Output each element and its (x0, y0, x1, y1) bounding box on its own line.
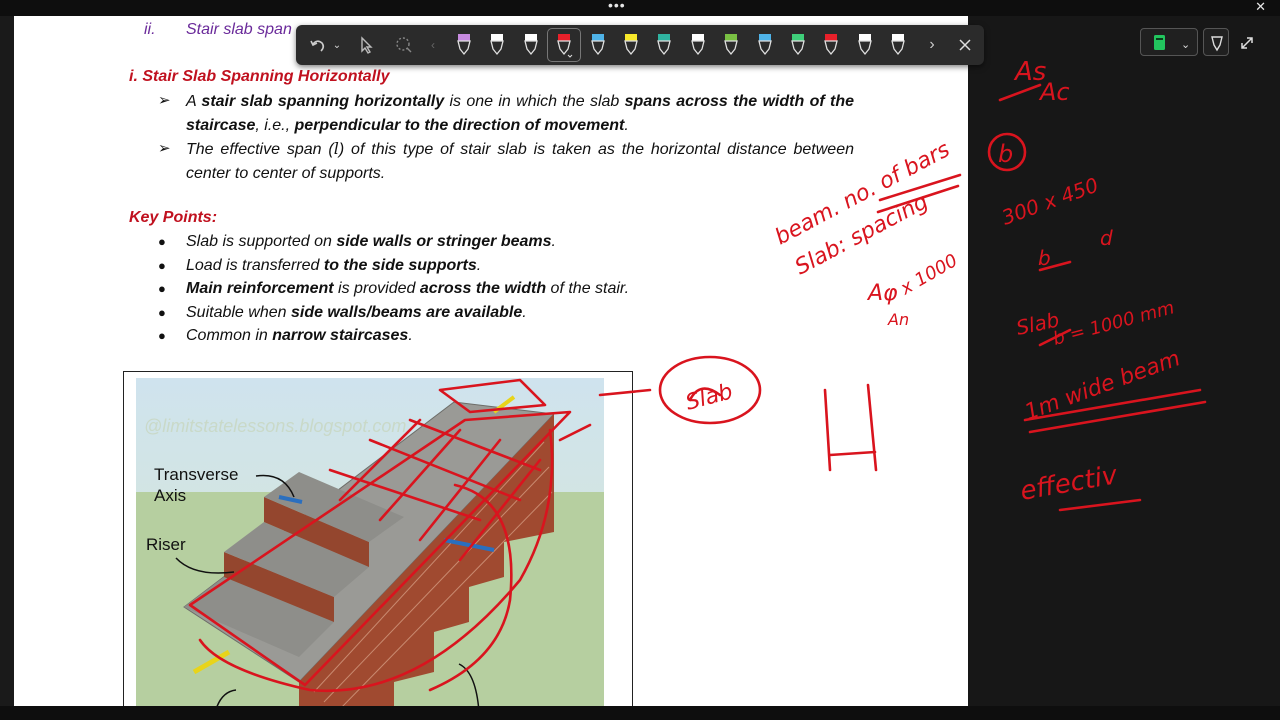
pen-icon (490, 34, 505, 56)
expand-icon (1241, 37, 1253, 49)
left-margin (0, 16, 14, 706)
bottom-bar (0, 706, 1280, 720)
close-icon[interactable]: ✕ (1255, 0, 1266, 15)
label-transverse-1: Transverse (154, 465, 238, 484)
pen-icon (624, 34, 638, 56)
pen-icon (857, 34, 872, 56)
pen-button-2[interactable] (486, 25, 508, 65)
notebook-color-button[interactable]: ⌄ (1140, 28, 1198, 56)
arrow-bullet-icon: ➢ (158, 140, 171, 157)
pen-button-5[interactable] (587, 25, 609, 65)
pen-mode-button[interactable] (1203, 28, 1229, 56)
expand-button[interactable] (1236, 32, 1258, 54)
pen-button-14[interactable] (887, 25, 909, 65)
svg-text:⌄: ⌄ (1181, 38, 1190, 51)
undo-button[interactable] (302, 25, 332, 65)
scroll-left-icon[interactable]: ‹ (426, 25, 440, 65)
pen-button-8[interactable] (687, 25, 709, 65)
pen-icon (690, 34, 705, 56)
pen-icon (891, 34, 906, 56)
window-titlebar: ••• ✕ (0, 0, 1280, 16)
label-riser: Riser (146, 535, 186, 554)
pen-button-7[interactable] (653, 25, 675, 65)
pen-button-1[interactable] (453, 25, 475, 65)
undo-dropdown-icon[interactable]: ⌄ (330, 25, 344, 65)
pen-icon (457, 34, 471, 56)
right-ink-canvas (968, 16, 1280, 706)
stair-illustration: @limitstatelessons.blogspot.com Transver… (136, 378, 604, 706)
label-transverse-2: Axis (154, 486, 186, 505)
pen-icon (657, 34, 672, 56)
pen-icon (791, 34, 805, 56)
undo-icon (310, 40, 325, 52)
lasso-icon (396, 37, 412, 53)
pen-icon (590, 34, 605, 56)
ink-toolbar: ⌄ ‹ › (296, 25, 984, 65)
arrow-bullet-icon: ➢ (158, 92, 171, 109)
pen-icon (724, 34, 739, 56)
key-points-title: Key Points: (129, 209, 218, 226)
close-icon (959, 39, 971, 51)
pen-button-3[interactable] (520, 25, 542, 65)
notebook-icon: ⌄ (1154, 35, 1190, 51)
select-button[interactable] (352, 25, 380, 65)
pen-button-11[interactable] (787, 25, 809, 65)
scroll-right-icon[interactable]: › (924, 25, 940, 65)
stair-figure: @limitstatelessons.blogspot.com Transver… (123, 371, 633, 706)
pen-button-12[interactable] (820, 25, 842, 65)
pen-button-6[interactable] (620, 25, 642, 65)
pen-button-4[interactable] (553, 25, 575, 65)
section-title: i. Stair Slab Spanning Horizontally (129, 68, 390, 85)
toolbar-close-button[interactable] (954, 25, 976, 65)
pen-icon (523, 34, 538, 56)
pen-icon (824, 34, 839, 56)
more-options-icon[interactable]: ••• (608, 0, 626, 13)
pen-icon (1211, 36, 1223, 52)
pen-button-13[interactable] (854, 25, 876, 65)
watermark: @limitstatelessons.blogspot.com (144, 416, 406, 436)
paragraph-1: A stair slab spanning horizontally is on… (186, 93, 854, 134)
pen-icon (757, 34, 772, 56)
pen-icon (557, 34, 573, 58)
paragraph-2: The effective span (l) of this type of s… (186, 139, 855, 182)
pointer-icon (361, 36, 373, 54)
pen-button-10[interactable] (754, 25, 776, 65)
document-page: ii. Stair slab span i. Stair Slab Spanni… (14, 16, 968, 706)
pen-button-9[interactable] (720, 25, 742, 65)
lasso-button[interactable] (390, 25, 418, 65)
